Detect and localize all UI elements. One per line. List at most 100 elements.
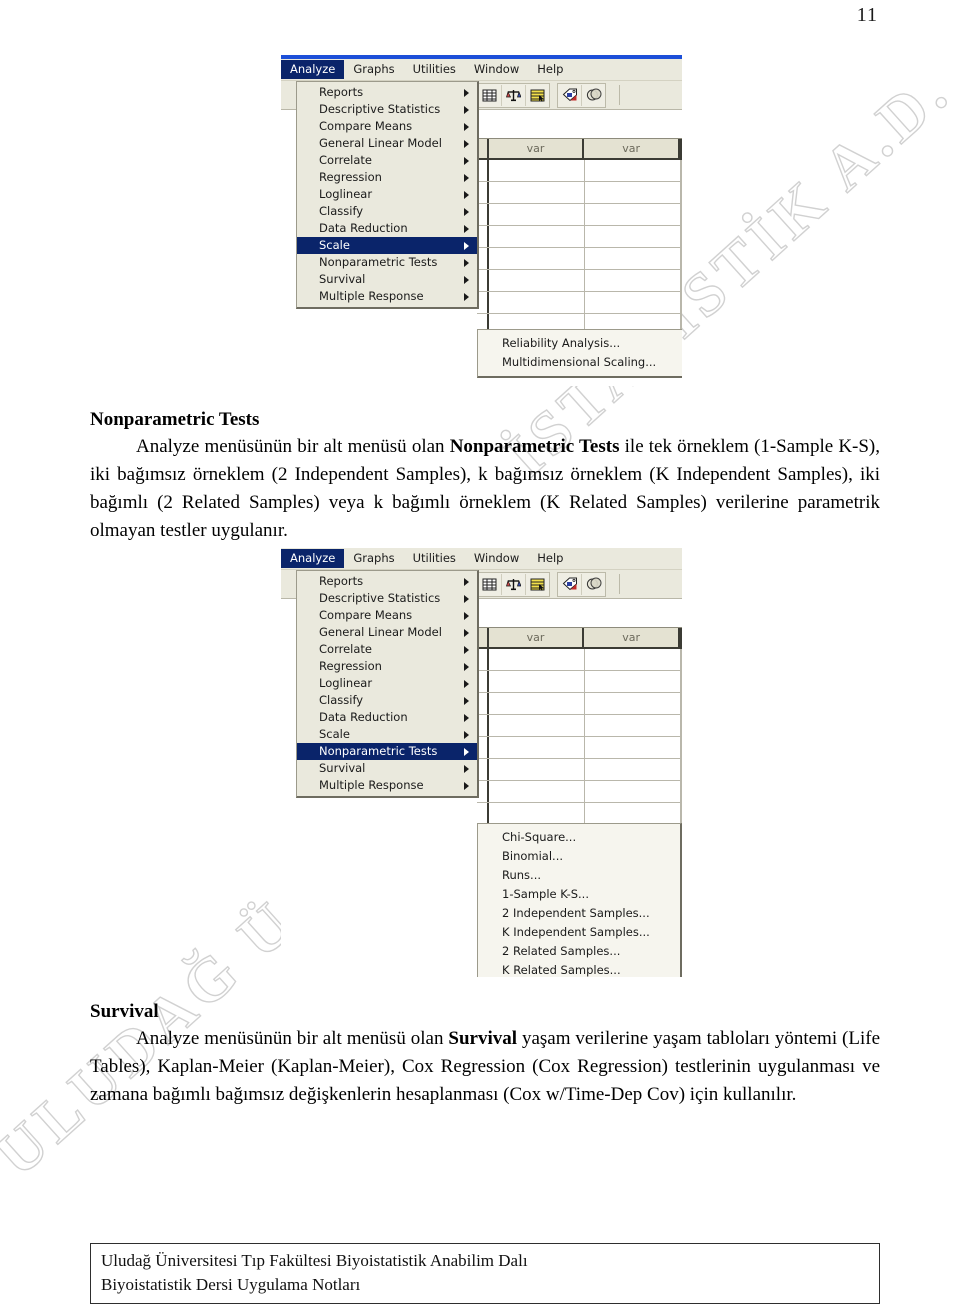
table-row[interactable] xyxy=(477,781,682,803)
grid-cell[interactable] xyxy=(489,781,585,802)
menu-item-descriptive-statistics[interactable]: Descriptive Statistics xyxy=(297,101,477,118)
menu-item-reports[interactable]: Reports xyxy=(297,573,477,590)
grid-cell[interactable] xyxy=(680,160,682,181)
grid-cell[interactable] xyxy=(489,160,585,181)
menubar-item-help[interactable]: Help xyxy=(528,60,572,79)
analyze-dropdown-2[interactable]: Reports Descriptive Statistics Compare M… xyxy=(296,570,479,798)
menu-item-scale[interactable]: Scale xyxy=(297,726,477,743)
menu-item-nonparametric-tests[interactable]: Nonparametric Tests xyxy=(297,254,477,271)
menu-item-general-linear-model[interactable]: General Linear Model xyxy=(297,135,477,152)
grid-cell[interactable] xyxy=(489,204,585,225)
open-file-icon[interactable] xyxy=(478,84,502,106)
open-file-icon[interactable] xyxy=(478,573,502,595)
nonparametric-tests-submenu[interactable]: Chi-Square... Binomial... Runs... 1-Samp… xyxy=(477,823,682,977)
menubar-item-window[interactable]: Window xyxy=(465,60,528,79)
submenu-item-reliability-analysis[interactable]: Reliability Analysis... xyxy=(478,334,682,353)
grid-cell[interactable] xyxy=(680,803,682,824)
menu-item-correlate[interactable]: Correlate xyxy=(297,152,477,169)
submenu-item-1-sample-ks[interactable]: 1-Sample K-S... xyxy=(478,885,680,904)
grid-cell[interactable] xyxy=(680,693,682,714)
grid-cell[interactable] xyxy=(489,226,585,247)
grid-cell[interactable] xyxy=(585,270,681,291)
grid-cell[interactable] xyxy=(489,182,585,203)
grid-cell[interactable] xyxy=(489,248,585,269)
grid-cell[interactable] xyxy=(489,759,585,780)
menu-item-nonparametric-tests[interactable]: Nonparametric Tests xyxy=(297,743,477,760)
table-row[interactable] xyxy=(477,649,682,671)
grid-cell[interactable] xyxy=(585,759,681,780)
grid-header-var-3[interactable] xyxy=(680,139,682,158)
grid-cell[interactable] xyxy=(585,160,681,181)
menubar-item-utilities[interactable]: Utilities xyxy=(404,60,465,79)
scale-submenu[interactable]: Reliability Analysis... Multidimensional… xyxy=(477,329,682,378)
grid-cell[interactable] xyxy=(585,226,681,247)
grid-cell[interactable] xyxy=(680,248,682,269)
grid-cell[interactable] xyxy=(585,248,681,269)
grid-header-var-1[interactable]: var xyxy=(488,139,585,158)
menu-item-multiple-response[interactable]: Multiple Response xyxy=(297,777,477,794)
menu-item-descriptive-statistics[interactable]: Descriptive Statistics xyxy=(297,590,477,607)
table-row[interactable] xyxy=(477,182,682,204)
menu-item-general-linear-model[interactable]: General Linear Model xyxy=(297,624,477,641)
table-row[interactable] xyxy=(477,759,682,781)
grid-cell[interactable] xyxy=(489,270,585,291)
grid-cell[interactable] xyxy=(585,649,681,670)
menu-item-compare-means[interactable]: Compare Means xyxy=(297,607,477,624)
grid-cell[interactable] xyxy=(680,781,682,802)
menubar-item-utilities[interactable]: Utilities xyxy=(404,549,465,568)
table-row[interactable] xyxy=(477,803,682,825)
grid-cell[interactable] xyxy=(585,204,681,225)
submenu-item-binomial[interactable]: Binomial... xyxy=(478,847,680,866)
grid-cell[interactable] xyxy=(680,182,682,203)
menu-item-classify[interactable]: Classify xyxy=(297,203,477,220)
grid-cell[interactable] xyxy=(489,671,585,692)
table-row[interactable] xyxy=(477,693,682,715)
submenu-item-chi-square[interactable]: Chi-Square... xyxy=(478,828,680,847)
submenu-item-k-related-samples[interactable]: K Related Samples... xyxy=(478,961,680,977)
menubar-item-window[interactable]: Window xyxy=(465,549,528,568)
menubar-item-help[interactable]: Help xyxy=(528,549,572,568)
grid-header-var-2[interactable]: var xyxy=(584,628,680,647)
use-sets-icon[interactable] xyxy=(582,574,605,595)
menu-item-reports[interactable]: Reports xyxy=(297,84,477,101)
grid-cell[interactable] xyxy=(489,649,585,670)
grid-cell[interactable] xyxy=(489,803,585,824)
grid-cell[interactable] xyxy=(585,715,681,736)
grid-cell[interactable] xyxy=(585,781,681,802)
weighted-cases-icon[interactable] xyxy=(502,573,526,595)
table-row[interactable] xyxy=(477,204,682,226)
table-row[interactable] xyxy=(477,248,682,270)
grid-cell[interactable] xyxy=(585,693,681,714)
menu-item-compare-means[interactable]: Compare Means xyxy=(297,118,477,135)
grid-cell[interactable] xyxy=(585,671,681,692)
grid-cell[interactable] xyxy=(680,292,682,313)
select-cases-icon[interactable] xyxy=(526,574,549,595)
grid-header-var-2[interactable]: var xyxy=(584,139,680,158)
submenu-item-2-related-samples[interactable]: 2 Related Samples... xyxy=(478,942,680,961)
grid-cell[interactable] xyxy=(585,292,681,313)
grid-cell[interactable] xyxy=(489,715,585,736)
menu-item-survival[interactable]: Survival xyxy=(297,760,477,777)
grid-cell[interactable] xyxy=(680,204,682,225)
grid-cell[interactable] xyxy=(680,715,682,736)
grid-cell[interactable] xyxy=(489,737,585,758)
submenu-item-runs[interactable]: Runs... xyxy=(478,866,680,885)
table-row[interactable] xyxy=(477,715,682,737)
select-cases-icon[interactable] xyxy=(526,85,549,106)
grid-cell[interactable] xyxy=(585,737,681,758)
table-row[interactable] xyxy=(477,270,682,292)
menu-item-loglinear[interactable]: Loglinear xyxy=(297,675,477,692)
grid-cell[interactable] xyxy=(680,270,682,291)
value-labels-icon[interactable] xyxy=(558,573,582,595)
menu-item-regression[interactable]: Regression xyxy=(297,169,477,186)
use-sets-icon[interactable] xyxy=(582,85,605,106)
menu-item-classify[interactable]: Classify xyxy=(297,692,477,709)
grid-cell[interactable] xyxy=(489,693,585,714)
menubar-item-analyze[interactable]: Analyze xyxy=(281,60,345,79)
grid-cell[interactable] xyxy=(680,759,682,780)
table-row[interactable] xyxy=(477,671,682,693)
menu-item-multiple-response[interactable]: Multiple Response xyxy=(297,288,477,305)
menu-item-regression[interactable]: Regression xyxy=(297,658,477,675)
table-row[interactable] xyxy=(477,160,682,182)
grid-cell[interactable] xyxy=(680,737,682,758)
